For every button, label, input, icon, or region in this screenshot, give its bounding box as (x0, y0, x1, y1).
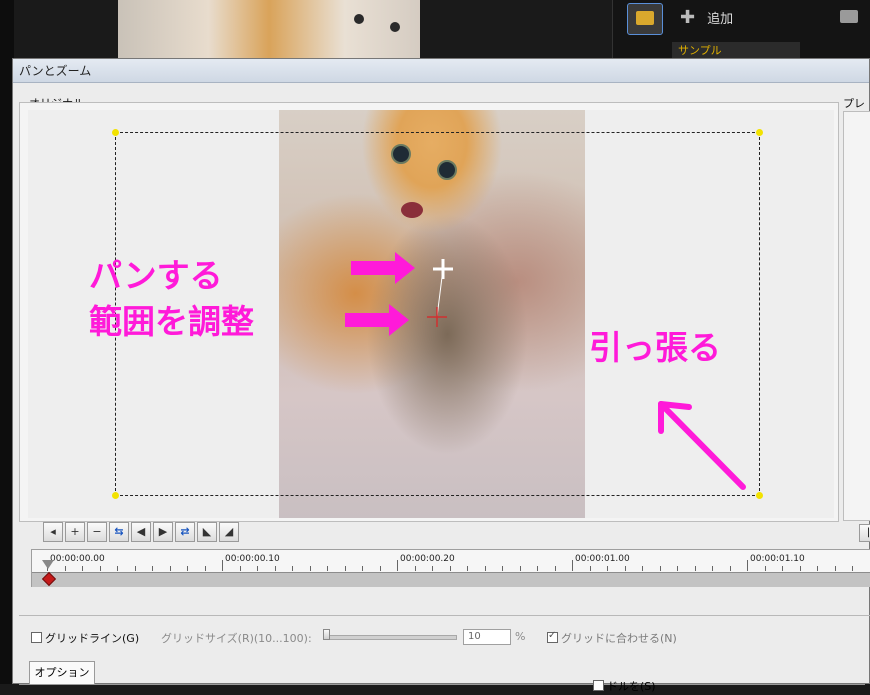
timeline-tick (782, 566, 783, 571)
timeline-tick (730, 566, 731, 571)
annotation-drag: 引っ張る (589, 321, 721, 369)
grid-size-label: グリッドサイズ(R)(10...100): (161, 630, 312, 646)
timeline-tick (852, 566, 853, 571)
timeline-tick (222, 560, 223, 571)
timeline-tick (170, 566, 171, 571)
add-keyframe-icon[interactable]: + (65, 522, 85, 542)
timeline-label: 00:00:00.20 (400, 554, 455, 564)
timeline-tick (835, 566, 836, 571)
timeline-label: 00:00:00.00 (50, 554, 105, 564)
timeline[interactable]: 00:00:00.00 00:00:00.10 00:00:00.20 00:0… (31, 549, 870, 587)
timeline-tick (117, 566, 118, 571)
timeline-tick (362, 566, 363, 571)
timeline-tick (397, 560, 398, 571)
timeline-tick (695, 566, 696, 571)
tab-options[interactable]: オプション (29, 661, 95, 685)
timeline-track[interactable] (32, 572, 870, 587)
annotation-diagonal-arrow (661, 404, 743, 487)
annotation-arrow-upper (351, 252, 415, 284)
timeline-tick (765, 566, 766, 571)
gridline-label: グリッドライン(G) (45, 630, 139, 646)
plus-icon: ✚ (680, 7, 695, 28)
snap-to-grid-checkbox[interactable] (547, 632, 558, 643)
timeline-tick (65, 566, 66, 571)
timeline-tick (152, 566, 153, 571)
add-label: 追加 (707, 8, 733, 27)
timeline-tick (590, 566, 591, 571)
grid-size-slider-thumb[interactable] (323, 629, 330, 640)
timeline-tick (625, 566, 626, 571)
timeline-tick (537, 566, 538, 571)
timeline-tick (642, 566, 643, 571)
grid-size-unit: % (515, 630, 525, 643)
timeline-tick (327, 566, 328, 571)
add-button[interactable]: ✚ 追加 (680, 0, 870, 34)
timeline-tick (450, 566, 451, 571)
timeline-tick (485, 566, 486, 571)
grid-settings-row: グリッドライン(G) グリッドサイズ(R)(10...100): 10 % グリ… (19, 629, 870, 647)
timeline-tick (292, 566, 293, 571)
timeline-tick (747, 560, 748, 571)
media-library-icon[interactable] (627, 3, 663, 35)
timeline-tick (502, 566, 503, 571)
timeline-label: 00:00:00.10 (225, 554, 280, 564)
pan-zoom-dialog: パンとズーム オリジナル (12, 58, 870, 684)
annotation-pan-line1: パンする (89, 249, 223, 297)
center-crosshair-icon[interactable] (433, 259, 453, 279)
timeline-tick (82, 566, 83, 571)
timeline-tick (712, 566, 713, 571)
annotation-arrow-lower (345, 304, 409, 336)
snap-to-grid-label: グリッドに合わせる(N) (561, 630, 677, 646)
timeline-tick (310, 566, 311, 571)
timeline-tick (432, 566, 433, 571)
goto-start-icon[interactable]: ◂ (43, 522, 63, 542)
prev-keyframe-icon[interactable]: ◀ (131, 522, 151, 542)
timeline-tick (100, 566, 101, 571)
preview-panel (843, 111, 870, 521)
annotation-pan-line2: 範囲を調整 (89, 295, 254, 343)
timeline-tick (240, 566, 241, 571)
pan-path-overlay[interactable] (13, 59, 870, 685)
reverse-keyframes-icon[interactable]: ⇆ (109, 522, 129, 542)
gridline-checkbox[interactable] (31, 632, 42, 643)
timeline-tick (817, 566, 818, 571)
bottom-checkbox-label: ドルを(S) (607, 678, 656, 694)
timeline-tick (205, 566, 206, 571)
target-crosshair-icon[interactable] (427, 307, 447, 327)
timeline-tick (345, 566, 346, 571)
divider (19, 615, 870, 616)
timeline-tick (660, 566, 661, 571)
timeline-tick (677, 566, 678, 571)
playhead-icon[interactable] (42, 560, 54, 569)
grid-size-spinner[interactable]: 10 (463, 629, 511, 645)
next-keyframe-icon[interactable]: ▶ (153, 522, 173, 542)
grid-size-slider-track[interactable] (325, 635, 457, 640)
folder-icon[interactable] (840, 10, 858, 23)
timeline-tick (572, 560, 573, 571)
timeline-label: 00:00:01.10 (750, 554, 805, 564)
timeline-tick (520, 566, 521, 571)
goto-next-icon[interactable]: ◢ (219, 522, 239, 542)
timeline-tick (607, 566, 608, 571)
timeline-tick (187, 566, 188, 571)
bottom-checkbox[interactable] (593, 680, 604, 691)
swap-keyframe-icon[interactable]: ⇄ (175, 522, 195, 542)
timeline-tick (135, 566, 136, 571)
sample-tab[interactable]: サンプル (672, 42, 800, 58)
timeline-tick (257, 566, 258, 571)
timeline-tick (467, 566, 468, 571)
timeline-label: 00:00:01.00 (575, 554, 630, 564)
timeline-tick (275, 566, 276, 571)
timeline-tick (555, 566, 556, 571)
options-panel (19, 684, 865, 695)
preview-goto-start-icon[interactable]: |◂ (859, 524, 870, 542)
timeline-tick (800, 566, 801, 571)
remove-keyframe-icon[interactable]: − (87, 522, 107, 542)
background-thumbnail (118, 0, 420, 58)
timeline-tick (380, 566, 381, 571)
timeline-tick (415, 566, 416, 571)
goto-prev-icon[interactable]: ◣ (197, 522, 217, 542)
keyframe-toolbar: ◂ + − ⇆ ◀ ▶ ⇄ ◣ ◢ (43, 522, 239, 544)
